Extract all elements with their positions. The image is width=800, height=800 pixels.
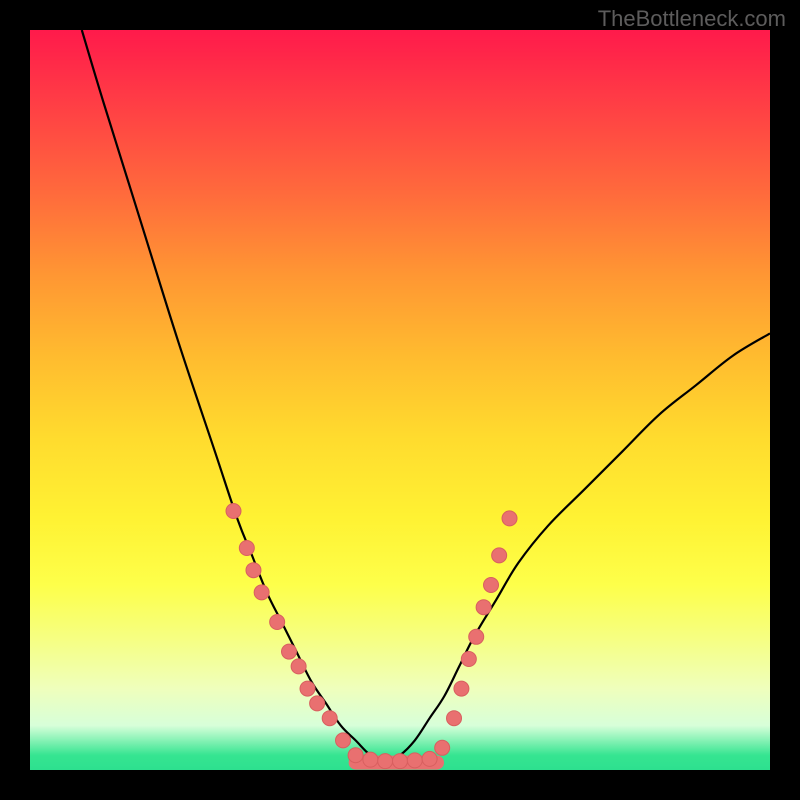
data-marker [239,541,254,556]
chart-container: TheBottleneck.com [0,0,800,800]
data-marker [291,659,306,674]
data-marker [282,644,297,659]
data-marker [492,548,507,563]
marker-group [226,504,517,769]
data-marker [226,504,241,519]
data-marker [363,752,378,767]
bottleneck-curve-left [82,30,385,763]
data-marker [310,696,325,711]
data-marker [407,753,422,768]
curve-svg [30,30,770,770]
data-marker [378,754,393,769]
curve-group [82,30,770,763]
data-marker [422,751,437,766]
data-marker [469,629,484,644]
data-marker [254,585,269,600]
data-marker [435,740,450,755]
data-marker [322,711,337,726]
data-marker [300,681,315,696]
data-marker [461,652,476,667]
data-marker [476,600,491,615]
data-marker [270,615,285,630]
data-marker [336,733,351,748]
data-marker [348,748,363,763]
data-marker [454,681,469,696]
data-marker [447,711,462,726]
data-marker [246,563,261,578]
data-marker [484,578,499,593]
bottleneck-curve-right [385,333,770,762]
plot-area [30,30,770,770]
data-marker [393,754,408,769]
data-marker [502,511,517,526]
watermark-text: TheBottleneck.com [598,6,786,32]
